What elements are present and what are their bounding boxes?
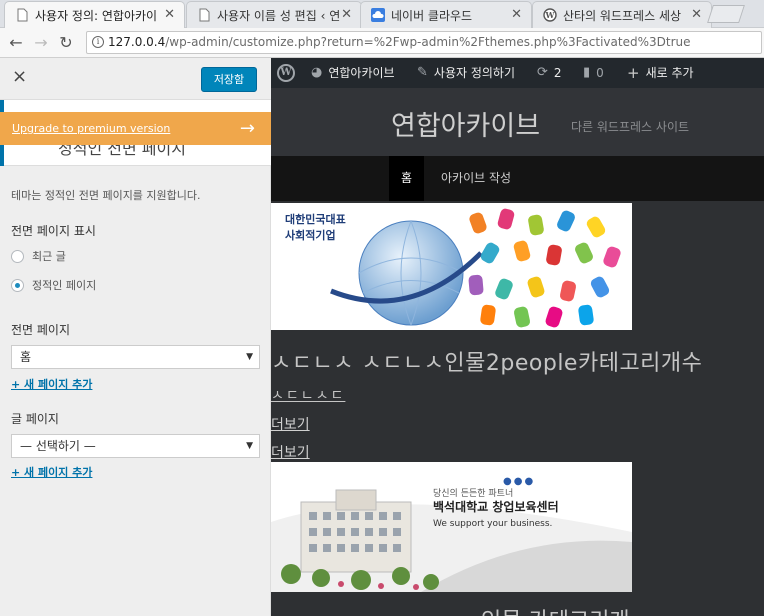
chevron-down-icon: ▼ <box>246 441 253 451</box>
social-enterprise-banner[interactable]: 대한민국대표 사회적기업 <box>271 203 632 330</box>
primary-menu: 홈 아카이브 작성 <box>271 156 764 201</box>
page-icon <box>17 8 28 22</box>
post-category-link[interactable]: ㅅㄷㄴㅅㄷ <box>271 385 345 405</box>
page-icon <box>199 8 210 22</box>
select-value: — 선택하기 — <box>20 439 96 453</box>
read-more-link-2[interactable]: 더보기 <box>271 442 310 462</box>
banner-headline: 백석대학교 창업보육센터 <box>433 500 559 514</box>
cloud-icon <box>371 8 385 22</box>
wp-logo-button[interactable]: W <box>277 58 295 88</box>
browser-tab-santa-wordpress[interactable]: W 산타의 워드프레스 세상 ✕ <box>532 1 712 28</box>
posts-page-label: 글 페이지 <box>11 412 59 426</box>
address-toolbar: ← → ↻ i 127.0.0.4/wp-admin/customize.php… <box>0 28 764 58</box>
browser-tab-strip: 사용자 정의: 연합아카이 ✕ 사용자 이름 성 편집 ‹ 연 ✕ 네이버 클라… <box>0 0 764 28</box>
tab-title: 산타의 워드프레스 세상 <box>563 8 682 23</box>
front-page-select[interactable]: 홈 ▼ <box>11 345 260 369</box>
post-title-2[interactable]: 인물 카테고리개 <box>481 603 630 616</box>
tab-close-icon[interactable]: ✕ <box>691 7 702 22</box>
site-preview: W ◕ 연합아카이브 ✎ 사용자 정의하기 ⟳ 2 ▮ 0 + 새로 추가 연합… <box>271 58 764 616</box>
select-value: 홈 <box>20 350 32 364</box>
site-title[interactable]: 연합아카이브 <box>391 104 540 143</box>
site-description: 다른 워드프레스 사이트 <box>571 120 690 134</box>
admin-site-name-label: 연합아카이브 <box>328 66 395 80</box>
front-page-label: 전면 페이지 <box>11 323 71 337</box>
front-display-label: 전면 페이지 표시 <box>11 224 96 238</box>
radio-circle[interactable] <box>11 249 24 263</box>
admin-customize-label: 사용자 정의하기 <box>433 66 516 80</box>
svg-text:W: W <box>545 10 556 20</box>
comment-icon: ▮ <box>583 65 591 80</box>
forward-arrow-icon[interactable]: → <box>31 34 51 52</box>
baekseok-incubator-banner[interactable]: ●●● 당신의 든든한 파트너 백석대학교 창업보육센터 We support … <box>271 462 632 592</box>
tab-title: 사용자 정의: 연합아카이 <box>35 8 158 23</box>
upgrade-banner[interactable]: Upgrade to premium version → <box>0 112 271 145</box>
admin-new-label: 새로 추가 <box>645 66 694 80</box>
updates-icon: ⟳ <box>537 65 548 80</box>
radio-circle-checked[interactable] <box>11 278 24 292</box>
wordpress-icon: W <box>543 8 557 22</box>
globe-hands-illustration <box>330 208 621 328</box>
menu-item-home[interactable]: 홈 <box>389 156 425 201</box>
section-description: 테마는 정적인 전면 페이지를 지원합니다. <box>11 189 201 202</box>
reload-icon[interactable]: ↻ <box>56 34 76 52</box>
read-more-link[interactable]: 더보기 <box>271 414 310 434</box>
customizer-header: × 저장함 <box>0 58 271 100</box>
admin-site-name[interactable]: ◕ 연합아카이브 <box>311 58 395 88</box>
radio-label: 정적인 페이지 <box>32 279 97 292</box>
upgrade-link[interactable]: Upgrade to premium version <box>12 122 170 135</box>
arrow-right-icon: → <box>239 118 255 139</box>
radio-label: 최근 글 <box>32 250 66 263</box>
add-new-page-link-2[interactable]: + 새 페이지 추가 <box>11 464 92 480</box>
url-path: /wp-admin/customize.php?return=%2Fwp-adm… <box>165 35 691 49</box>
back-arrow-icon[interactable]: ← <box>6 34 26 52</box>
url-input[interactable]: i 127.0.0.4/wp-admin/customize.php?retur… <box>86 31 762 54</box>
url-host: 127.0.0.4 <box>108 35 166 49</box>
tab-title: 사용자 이름 성 편집 ‹ 연 <box>217 8 341 23</box>
tab-title: 네이버 클라우드 <box>391 8 473 23</box>
admin-customize[interactable]: ✎ 사용자 정의하기 <box>417 58 515 88</box>
browser-tab-naver-cloud[interactable]: 네이버 클라우드 ✕ <box>360 1 532 28</box>
post-title[interactable]: ㅅㄷㄴㅅ ㅅㄷㄴㅅ인물2people카테고리개수 <box>271 345 702 377</box>
tab-close-icon[interactable]: ✕ <box>341 7 352 22</box>
site-header: 연합아카이브 다른 워드프레스 사이트 <box>271 88 764 156</box>
tab-close-icon[interactable]: ✕ <box>511 7 522 22</box>
add-new-page-link[interactable]: + 새 페이지 추가 <box>11 376 92 392</box>
posts-page-select[interactable]: — 선택하기 — ▼ <box>11 434 260 458</box>
admin-comments[interactable]: ▮ 0 <box>583 58 604 88</box>
brush-icon: ✎ <box>417 65 428 80</box>
admin-new[interactable]: + 새로 추가 <box>627 58 694 88</box>
close-icon[interactable]: × <box>12 66 27 87</box>
updates-count: 2 <box>553 66 562 80</box>
new-tab-button[interactable] <box>707 5 745 23</box>
radio-latest-posts[interactable]: 최근 글 <box>11 248 66 264</box>
browser-tab-profile[interactable]: 사용자 이름 성 편집 ‹ 연 ✕ <box>186 1 362 28</box>
save-button[interactable]: 저장함 <box>201 67 257 92</box>
customizer-panel: × 저장함 정적인 전면 페이지 Upgrade to premium vers… <box>0 58 271 616</box>
menu-item-archive[interactable]: 아카이브 작성 <box>429 156 523 201</box>
info-icon[interactable]: i <box>92 36 104 48</box>
browser-tab-customize[interactable]: 사용자 정의: 연합아카이 ✕ <box>4 1 185 28</box>
chevron-down-icon: ▼ <box>246 352 253 362</box>
wp-admin-bar: W ◕ 연합아카이브 ✎ 사용자 정의하기 ⟳ 2 ▮ 0 + 새로 추가 <box>271 58 764 88</box>
tab-close-icon[interactable]: ✕ <box>164 7 175 22</box>
comments-count: 0 <box>596 66 604 80</box>
dashboard-icon: ◕ <box>311 65 323 80</box>
wordpress-icon: W <box>277 64 295 82</box>
admin-updates[interactable]: ⟳ 2 <box>537 58 562 88</box>
plus-icon: + <box>627 64 640 82</box>
banner-subtext: We support your business. <box>433 519 553 529</box>
screen: 사용자 정의: 연합아카이 ✕ 사용자 이름 성 편집 ‹ 연 ✕ 네이버 클라… <box>0 0 764 616</box>
radio-static-page[interactable]: 정적인 페이지 <box>11 277 96 293</box>
